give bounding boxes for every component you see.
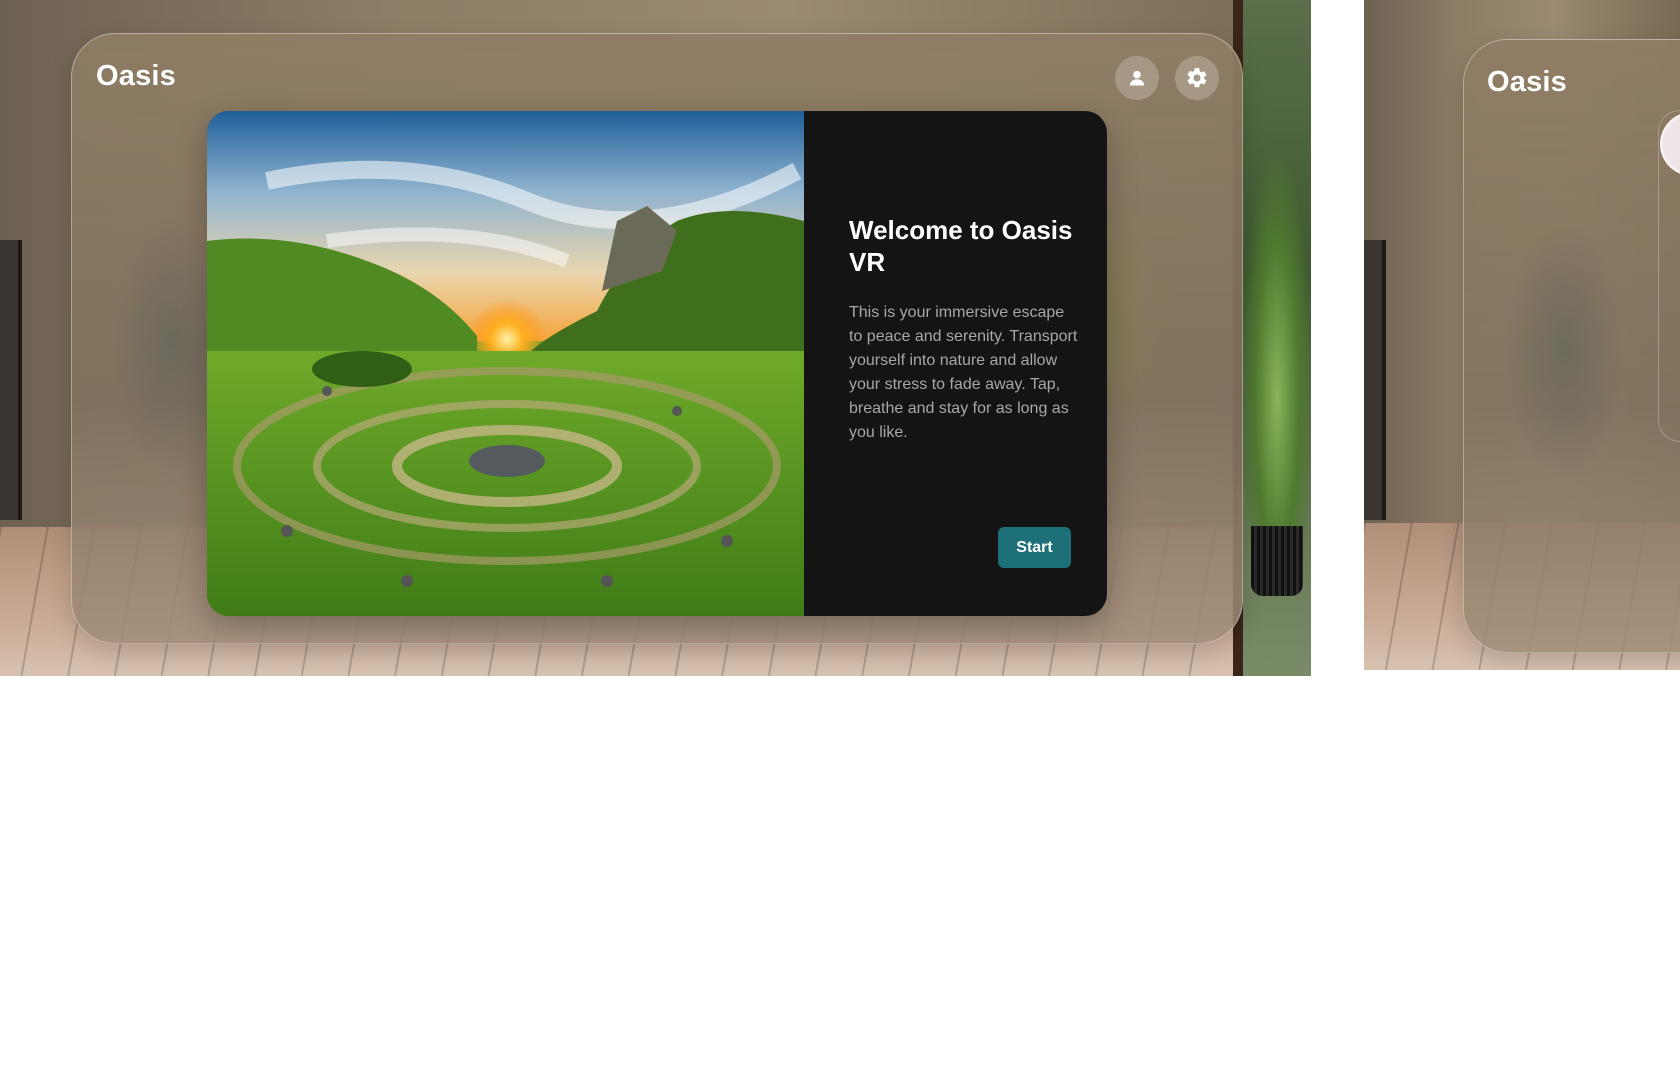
main-window-panel: Oasis Welcome to Oasis VR This is your i… bbox=[71, 33, 1243, 644]
person-icon bbox=[1129, 70, 1145, 86]
welcome-card: Welcome to Oasis VR This is your immersi… bbox=[207, 111, 1107, 616]
app-title: Oasis bbox=[1487, 66, 1567, 98]
profile-button[interactable] bbox=[1115, 56, 1159, 100]
room-doorway bbox=[1364, 240, 1386, 520]
welcome-title: Welcome to Oasis VR bbox=[849, 215, 1073, 277]
secondary-window-panel: Oasis bbox=[1463, 39, 1680, 653]
start-button[interactable]: Start bbox=[998, 527, 1071, 568]
app-title: Oasis bbox=[96, 60, 176, 92]
room-background: Oasis Welcome to Oasis VR This is your i… bbox=[0, 0, 1311, 676]
secondary-room-background: Oasis bbox=[1364, 0, 1680, 670]
nature-landscape-image bbox=[207, 111, 804, 616]
gear-icon bbox=[1187, 67, 1207, 88]
welcome-text-section: Welcome to Oasis VR This is your immersi… bbox=[849, 111, 1079, 616]
room-doorway bbox=[0, 240, 22, 520]
landscape-illustration bbox=[207, 111, 804, 616]
settings-button[interactable] bbox=[1175, 56, 1219, 100]
welcome-description: This is your immersive escape to peace a… bbox=[849, 304, 1078, 441]
plant-pot bbox=[1251, 526, 1303, 596]
glass-reflection-left bbox=[1504, 220, 1624, 480]
room-window bbox=[1233, 0, 1311, 676]
plant-decoration bbox=[1243, 160, 1311, 556]
